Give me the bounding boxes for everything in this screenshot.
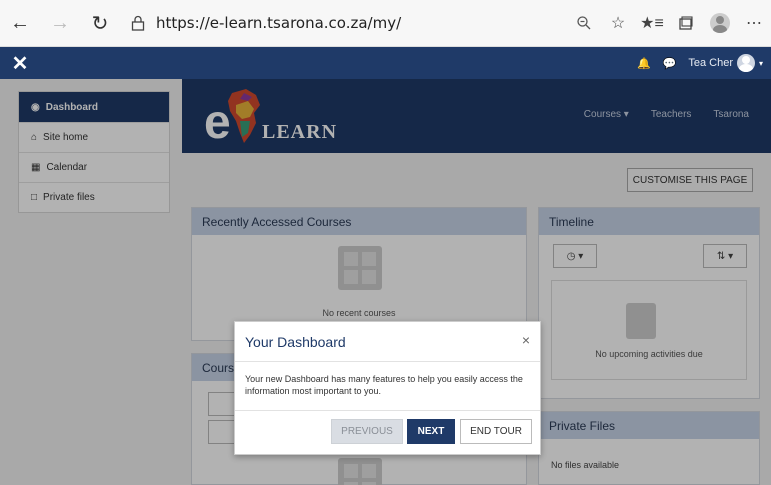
user-menu-caret-icon[interactable]: ▾ — [759, 59, 763, 68]
tour-dialog-title: Your Dashboard — [245, 334, 346, 350]
tour-dialog: Your Dashboard × Your new Dashboard has … — [234, 321, 541, 455]
profile-icon[interactable] — [703, 3, 737, 43]
message-icon[interactable]: 💬 — [663, 57, 677, 70]
user-name[interactable]: Tea Cher — [688, 57, 733, 69]
zoom-icon[interactable] — [567, 3, 601, 43]
back-icon[interactable]: ← — [0, 3, 40, 43]
drawer-toggle-icon[interactable]: ✕ — [0, 51, 40, 76]
favorite-star-icon[interactable]: ☆ — [601, 3, 635, 43]
browser-toolbar: ← → ↻ https://e-learn.tsarona.co.za/my/ … — [0, 0, 771, 47]
forward-icon[interactable]: → — [40, 3, 80, 43]
more-menu-icon[interactable]: ⋯ — [737, 3, 771, 43]
avatar[interactable] — [736, 54, 755, 72]
bell-icon[interactable]: 🔔 — [637, 57, 651, 70]
refresh-icon[interactable]: ↻ — [80, 3, 120, 43]
favorites-list-icon[interactable]: ★≡ — [635, 3, 669, 43]
collections-icon[interactable] — [669, 3, 703, 43]
end-tour-button[interactable]: END TOUR — [460, 419, 532, 444]
previous-button[interactable]: PREVIOUS — [331, 419, 403, 444]
tour-dialog-body: Your new Dashboard has many features to … — [245, 374, 523, 396]
dialog-divider-top — [235, 361, 540, 362]
site-navbar: ✕ 🔔 💬 Tea Cher ▾ — [0, 47, 771, 79]
address-bar[interactable]: https://e-learn.tsarona.co.za/my/ — [156, 14, 567, 32]
lock-icon — [126, 15, 150, 31]
dialog-divider-bottom — [235, 410, 540, 411]
close-icon[interactable]: × — [522, 332, 530, 348]
next-button[interactable]: NEXT — [407, 419, 455, 444]
